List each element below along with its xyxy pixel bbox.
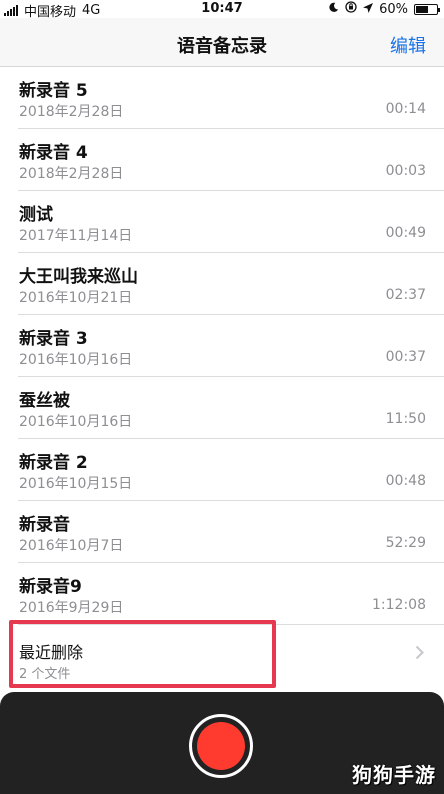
recording-date: 2016年10月21日 [19,290,133,306]
recording-date: 2016年10月15日 [19,476,133,492]
chevron-right-icon [415,645,424,664]
recording-duration: 02:37 [385,287,426,303]
recording-date: 2018年2月28日 [19,104,124,120]
recording-row[interactable]: 测试 2017年11月14日 00:49 [18,191,444,253]
recording-row[interactable]: 新录音 3 2016年10月16日 00:37 [18,315,444,377]
recording-duration: 00:14 [385,101,426,117]
location-icon [363,2,374,17]
recently-deleted-label: 最近删除 [19,643,84,662]
recording-name: 新录音 2 [19,453,88,473]
recently-deleted-count: 2 个文件 [19,667,71,682]
recording-row[interactable]: 新录音 2 2016年10月15日 00:48 [18,439,444,501]
recordings-list: 新录音 5 2018年2月28日 00:14 新录音 4 2018年2月28日 … [0,67,444,689]
recording-date: 2016年10月7日 [19,538,124,554]
status-right: 60% [328,1,440,17]
recording-duration: 00:37 [385,349,426,365]
recording-row[interactable]: 新录音 5 2018年2月28日 00:14 [18,67,444,129]
recording-date: 2018年2月28日 [19,166,124,182]
recording-date: 2016年9月29日 [19,600,124,616]
recording-name: 新录音 [19,515,70,535]
watermark: 狗狗手游 [352,763,436,787]
recording-name: 新录音 5 [19,81,88,101]
battery-icon [414,3,440,15]
recording-duration: 00:49 [385,225,426,241]
recording-row[interactable]: 蚕丝被 2016年10月16日 11:50 [18,377,444,439]
recording-duration: 11:50 [385,411,426,427]
recording-date: 2016年10月16日 [19,352,133,368]
moon-icon [328,2,339,17]
recording-duration: 1:12:08 [372,597,426,613]
recording-name: 新录音9 [19,577,82,597]
recording-row[interactable]: 新录音9 2016年9月29日 1:12:08 [18,563,444,625]
edit-button[interactable]: 编辑 [390,32,426,58]
recording-duration: 00:48 [385,473,426,489]
page-title: 语音备忘录 [177,36,267,57]
lock-rotation-icon [345,1,357,17]
recording-name: 新录音 4 [19,143,88,163]
recording-row[interactable]: 大王叫我来巡山 2016年10月21日 02:37 [18,253,444,315]
recording-name: 蚕丝被 [19,391,70,411]
recording-duration: 00:03 [385,163,426,179]
recording-name: 新录音 3 [19,329,88,349]
record-icon[interactable] [197,722,245,770]
recording-date: 2016年10月16日 [19,414,133,430]
recording-date: 2017年11月14日 [19,228,133,244]
battery-percent: 60% [379,1,408,17]
recording-row[interactable]: 新录音 2016年10月7日 52:29 [18,501,444,563]
record-button-ring[interactable] [189,714,253,778]
recording-name: 大王叫我来巡山 [19,267,138,287]
recording-row[interactable]: 新录音 4 2018年2月28日 00:03 [18,129,444,191]
navigation-bar: 语音备忘录 编辑 [0,18,444,67]
recently-deleted-row[interactable]: 最近删除 2 个文件 [18,625,444,689]
recording-name: 测试 [19,205,53,225]
recording-duration: 52:29 [385,535,426,551]
status-bar: 中国移动 4G 10:47 60% [0,0,444,20]
